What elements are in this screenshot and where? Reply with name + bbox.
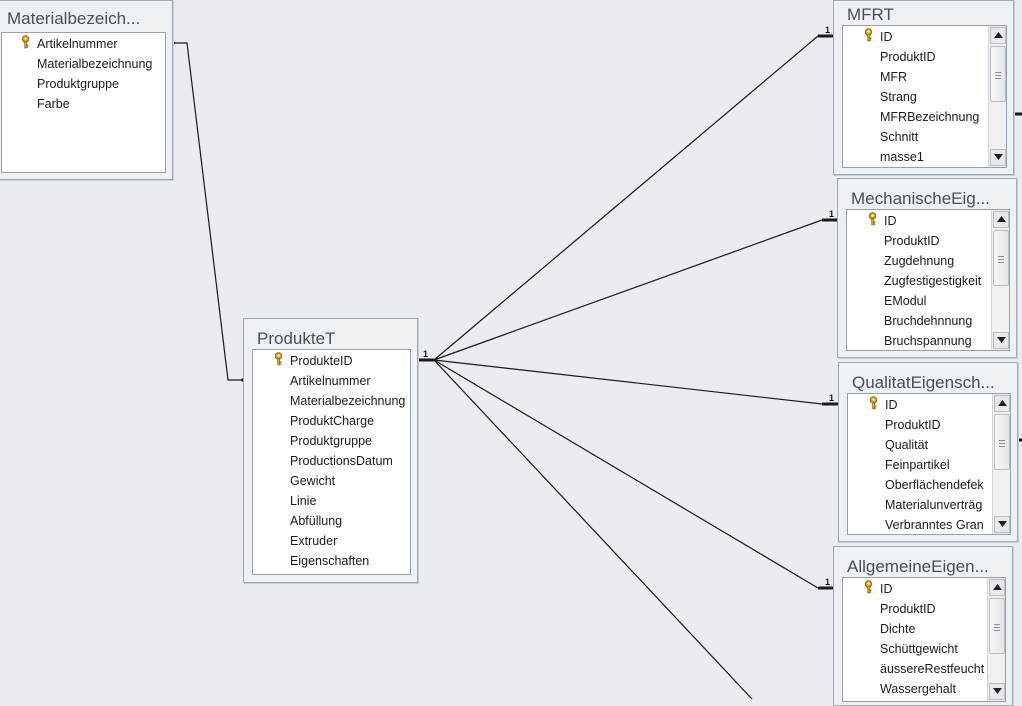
field-list[interactable]: ID ProduktID MFR Strang MFRBezeichnung Schnit… <box>842 25 1007 168</box>
field-row[interactable]: Farbe <box>37 94 70 114</box>
field-row[interactable]: masse1 <box>880 147 924 167</box>
relationship-produktet-allgemeine[interactable] <box>433 359 819 589</box>
field-row[interactable]: ID <box>885 395 898 415</box>
field-row[interactable]: Linie <box>290 491 316 511</box>
relationship-produktet-mfrt[interactable] <box>433 35 819 361</box>
field-list[interactable]: ID ProduktID Qualität Feinpartikel Oberfläch… <box>847 393 1011 535</box>
field-row[interactable]: Wassergehalt <box>880 679 956 699</box>
cardinality-one-label: 1 <box>829 209 835 219</box>
cardinality-one-label: 1 <box>423 349 429 359</box>
field-row[interactable]: Qualität <box>885 435 928 455</box>
field-row[interactable]: Schnitt <box>880 127 918 147</box>
scroll-up-arrow-icon[interactable] <box>989 579 1005 596</box>
cardinality-one-label: 1 <box>825 577 831 587</box>
vertical-scrollbar[interactable] <box>992 394 1010 534</box>
primary-key-icon <box>868 396 880 410</box>
scroll-down-arrow-icon[interactable] <box>989 683 1005 700</box>
field-row[interactable]: Materialbezeichnung <box>290 391 405 411</box>
table-mfrt[interactable]: MFRT ID ProduktID MFR Strang MFRBezeichnung S… <box>833 0 1014 175</box>
primary-key-icon <box>273 352 285 366</box>
scrollbar-thumb[interactable] <box>994 414 1010 470</box>
table-title: MFRT <box>847 5 894 24</box>
scrollbar-thumb[interactable] <box>989 598 1005 654</box>
field-row[interactable]: Strang <box>880 87 917 107</box>
field-row[interactable]: Bruchspannung <box>884 331 972 350</box>
field-row[interactable]: Artikelnummer <box>290 371 371 391</box>
field-row[interactable]: ProduktID <box>880 599 936 619</box>
field-row[interactable]: ProductionsDatum <box>290 451 393 471</box>
table-title: MechanischeEig... <box>851 189 990 208</box>
table-title: QualitatEigensch... <box>852 373 995 392</box>
scroll-up-arrow-icon[interactable] <box>990 27 1006 44</box>
vertical-scrollbar[interactable] <box>991 210 1009 350</box>
field-list[interactable]: ID ProduktID Dichte Schüttgewicht äussereRes… <box>842 577 1006 702</box>
field-row[interactable]: Zugfestigestigkeit <box>884 271 981 291</box>
field-list[interactable]: ID ProduktID Zugdehnung Zugfestigestigkeit E… <box>846 209 1010 351</box>
scroll-down-arrow-icon[interactable] <box>994 516 1010 533</box>
cardinality-one-label: 1 <box>829 393 835 403</box>
relationship-materialbezeichnung-produktet[interactable] <box>172 42 244 381</box>
scroll-down-arrow-icon[interactable] <box>990 149 1006 166</box>
primary-key-icon <box>863 28 875 42</box>
table-title: AllgemeineEigen... <box>847 557 989 576</box>
field-row[interactable]: ID <box>880 27 893 47</box>
field-row[interactable]: Schüttgewicht <box>880 639 958 659</box>
table-qualitat-eigensch[interactable]: QualitatEigensch... ID ProduktID Qualität F… <box>838 362 1018 542</box>
field-row[interactable]: Feinpartikel <box>885 455 950 475</box>
field-row[interactable]: Eigenschaften <box>290 551 369 571</box>
field-row[interactable]: Gewicht <box>290 471 335 491</box>
field-list[interactable]: Artikelnummer Materialbezeichnung Produktg… <box>1 32 166 173</box>
table-title: ProdukteT <box>257 329 336 348</box>
table-title: Materialbezeich... <box>7 9 141 28</box>
cardinality-one-label: 1 <box>825 25 831 35</box>
table-materialbezeichnung[interactable]: Materialbezeich... Artikelnummer Material… <box>0 0 173 180</box>
field-row[interactable]: Zugdehnung <box>884 251 954 271</box>
field-row[interactable]: ProduktCharge <box>290 411 374 431</box>
scrollbar-thumb[interactable] <box>993 230 1009 286</box>
field-row[interactable]: Abfüllung <box>290 511 342 531</box>
relationship-produktet-offscreen[interactable] <box>433 359 753 699</box>
field-row[interactable]: äussereRestfeucht <box>880 659 984 679</box>
field-row[interactable]: ID <box>884 211 897 231</box>
field-list[interactable]: ProdukteID Artikelnummer Materialbezeichnu… <box>252 349 411 575</box>
field-row[interactable]: MFRBezeichnung <box>880 107 979 127</box>
vertical-scrollbar[interactable] <box>988 26 1006 167</box>
field-row[interactable]: ProduktID <box>885 415 941 435</box>
relationship-produktet-mechanische[interactable] <box>433 219 823 361</box>
field-row[interactable]: ProduktID <box>880 47 936 67</box>
field-row[interactable]: EModul <box>884 291 926 311</box>
primary-key-icon <box>20 35 32 49</box>
primary-key-icon <box>867 212 879 226</box>
field-row[interactable]: Materialbezeichnung <box>37 54 152 74</box>
vertical-scrollbar[interactable] <box>987 578 1005 701</box>
field-row[interactable]: Dichte <box>880 619 915 639</box>
scroll-up-arrow-icon[interactable] <box>994 395 1010 412</box>
field-row[interactable]: Produktgruppe <box>37 74 119 94</box>
field-row[interactable]: Extruder <box>290 531 337 551</box>
field-row[interactable]: ProdukteID <box>290 351 353 371</box>
table-produktet[interactable]: ProdukteT ProdukteID Artikelnummer Materia… <box>243 318 418 583</box>
field-row[interactable]: ProduktID <box>884 231 940 251</box>
scrollbar-thumb[interactable] <box>990 46 1006 102</box>
field-row[interactable]: Bruchdehnnung <box>884 311 972 331</box>
field-row[interactable]: Produktgruppe <box>290 431 372 451</box>
field-row[interactable]: MFR <box>880 67 907 87</box>
scroll-up-arrow-icon[interactable] <box>993 211 1009 228</box>
table-mechanische-eig[interactable]: MechanischeEig... ID ProduktID Zugdehnung Z… <box>837 178 1017 358</box>
field-row[interactable]: Oberflächendefek <box>885 475 984 495</box>
primary-key-icon <box>863 580 875 594</box>
field-row[interactable]: Verbranntes Gran <box>885 515 984 534</box>
relationship-produktet-qualitat[interactable] <box>433 359 823 405</box>
field-row[interactable]: Artikelnummer <box>37 34 118 54</box>
scroll-down-arrow-icon[interactable] <box>993 332 1009 349</box>
field-row[interactable]: Materialunverträg <box>885 495 982 515</box>
table-allgemeine-eigen[interactable]: AllgemeineEigen... ID ProduktID Dichte Schü… <box>833 546 1013 706</box>
field-row[interactable]: ID <box>880 579 893 599</box>
